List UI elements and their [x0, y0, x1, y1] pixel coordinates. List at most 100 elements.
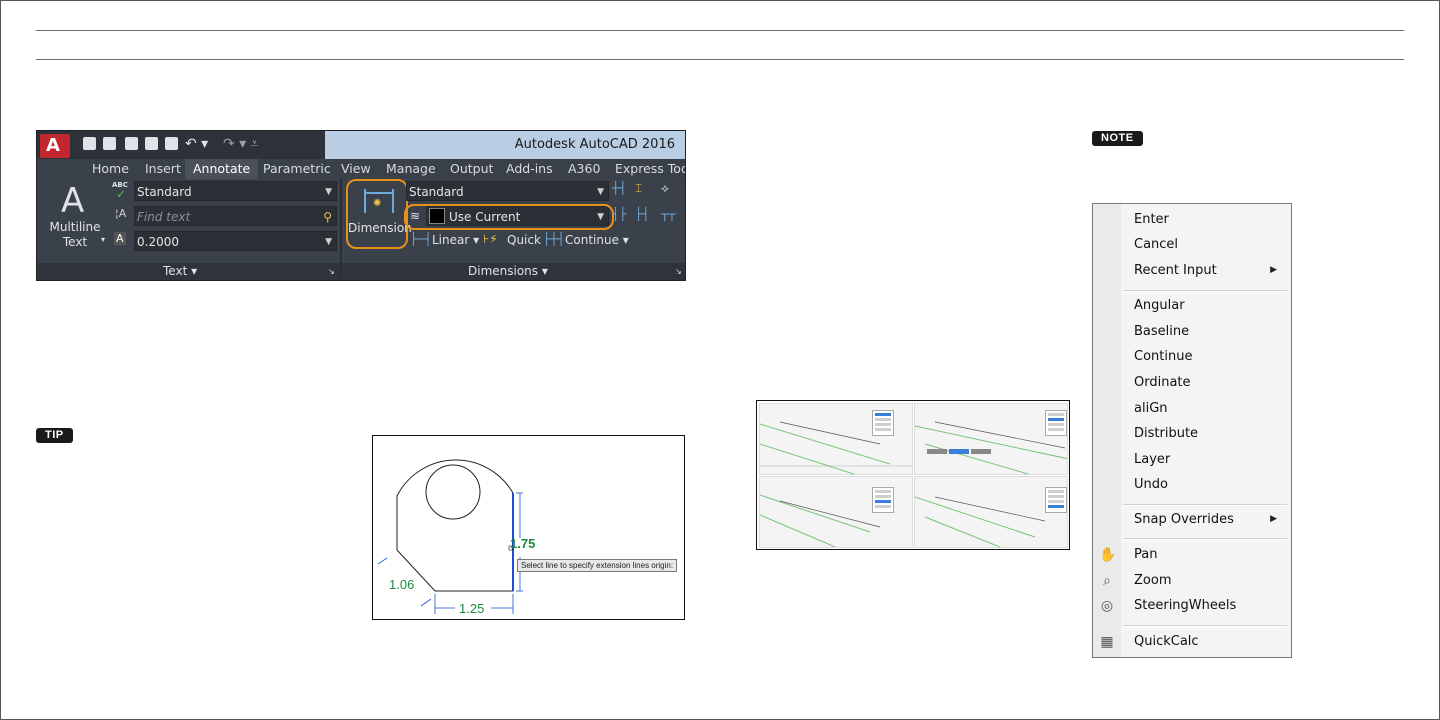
note-badge: NOTE [1092, 131, 1143, 146]
tab-parametric[interactable]: Parametric [263, 161, 331, 176]
chevron-down-icon: ▼ [325, 237, 332, 247]
dimension-style-value: Standard [409, 185, 464, 199]
panel-launcher-icon[interactable]: ↘ [675, 267, 682, 276]
find-text-input[interactable]: Find text ⚲ [134, 206, 337, 226]
menu-separator [1123, 538, 1287, 540]
text-style-icon[interactable]: ¦A [115, 207, 126, 220]
dimension-icon [364, 189, 394, 213]
continue-button[interactable]: Continue ▾ [565, 233, 629, 247]
app-title: Autodesk AutoCAD 2016 [514, 137, 675, 152]
tab-add-ins[interactable]: Add-ins [506, 161, 553, 176]
menu-separator [1123, 504, 1287, 506]
dimension-options-screenshots [756, 400, 1070, 550]
dim-tool-5-icon[interactable]: ├┤ [635, 207, 649, 221]
menu-item-angular[interactable]: Angular [1134, 298, 1185, 313]
linear-dimension-icon[interactable]: ├─┤ [410, 232, 432, 246]
dimensions-panel-footer[interactable]: Dimensions ▾ ↘ [342, 263, 685, 280]
text-height-value: 0.2000 [137, 235, 179, 249]
mini-context-menu [1045, 410, 1067, 436]
application-menu-button[interactable]: A [40, 134, 70, 158]
mini-input-tip [927, 449, 947, 454]
submenu-arrow-icon: ▶ [1270, 265, 1277, 275]
linear-button[interactable]: Linear ▾ [432, 233, 479, 247]
plot-icon[interactable] [165, 137, 178, 150]
text-height-icon[interactable]: A [114, 232, 126, 245]
menu-item-distribute[interactable]: Distribute [1134, 426, 1198, 441]
tab-express-tools[interactable]: Express Tool [615, 161, 685, 176]
continue-dimension-icon[interactable]: ├┼┤ [543, 232, 565, 246]
new-file-icon[interactable] [83, 137, 96, 150]
quick-button[interactable]: Quick [507, 233, 541, 247]
save-icon[interactable] [125, 137, 138, 150]
tab-insert[interactable]: Insert [145, 161, 181, 176]
layer-dropdown-highlight [404, 204, 614, 230]
dimension-button[interactable]: Dimension [346, 179, 412, 249]
zoom-icon: ⌕ [1103, 573, 1111, 589]
menu-item-ordinate[interactable]: Ordinate [1134, 375, 1191, 390]
autocad-ribbon: A ↶ ▾ ↷ ▾ ⩡ Autodesk AutoCAD 2016 Home I… [36, 130, 686, 281]
dim-tool-1-icon[interactable]: ┼┤ [612, 181, 626, 195]
tab-view[interactable]: View [341, 161, 371, 176]
redo-icon[interactable]: ↷ ▾ ⩡ [223, 136, 259, 152]
menu-item-cancel[interactable]: Cancel [1134, 237, 1178, 252]
find-binoculars-icon[interactable]: ⚲ [323, 207, 332, 227]
quick-dimension-icon[interactable]: ⊦⚡ [483, 232, 498, 246]
dimension-drawing-figure: 1.75 1.06 1.25 Select line to specify ex… [372, 435, 685, 620]
chevron-down-icon: ▼ [597, 187, 604, 197]
tab-annotate[interactable]: Annotate [185, 159, 259, 179]
panel-launcher-icon[interactable]: ↘ [328, 267, 335, 276]
pan-icon: ✋ [1099, 547, 1117, 563]
multiline-dropdown-arrow-icon[interactable]: ▾ [101, 235, 105, 244]
multiline-text-icon[interactable]: A [61, 181, 84, 221]
dimensions-panel-title: Dimensions ▾ [468, 264, 548, 278]
menu-item-steeringwheels[interactable]: SteeringWheels [1134, 598, 1236, 613]
screenshot-panel-3 [759, 476, 913, 548]
autocad-logo-icon: A [46, 135, 60, 156]
angled-dimension-label: 1.06 [389, 577, 415, 592]
menu-item-undo[interactable]: Undo [1134, 477, 1168, 492]
quick-label: Quick [507, 233, 541, 247]
steering-wheels-icon: ◎ [1100, 598, 1114, 614]
open-file-icon[interactable] [103, 137, 116, 150]
tab-manage[interactable]: Manage [386, 161, 436, 176]
menu-separator [1123, 290, 1287, 292]
horizontal-dimension-label: 1.25 [459, 601, 485, 616]
menu-item-align[interactable]: aliGn [1134, 401, 1168, 416]
submenu-arrow-icon: ▶ [1270, 514, 1277, 524]
undo-icon[interactable]: ↶ ▾ [185, 136, 208, 152]
dim-tool-2-icon[interactable]: ⌶ [635, 181, 642, 196]
menu-separator [1123, 625, 1287, 627]
mini-context-menu [1045, 487, 1067, 513]
menu-item-quickcalc[interactable]: QuickCalc [1134, 634, 1199, 649]
menu-item-pan[interactable]: Pan [1134, 547, 1157, 562]
text-style-dropdown[interactable]: Standard ▼ [134, 181, 337, 201]
menu-item-layer[interactable]: Layer [1134, 452, 1170, 467]
dim-tool-3-icon[interactable]: ⟡ [661, 181, 669, 196]
text-style-value: Standard [137, 185, 192, 199]
mini-context-menu [872, 487, 894, 513]
tab-output[interactable]: Output [450, 161, 493, 176]
dimension-style-dropdown[interactable]: Standard ▼ [406, 181, 609, 201]
mini-input-tip [949, 449, 969, 454]
multiline-text-label-2[interactable]: Text [47, 235, 103, 249]
continue-label: Continue [565, 233, 619, 247]
dim-tool-4-icon[interactable]: ┤├ [612, 207, 626, 221]
find-text-placeholder: Find text [137, 210, 191, 224]
tip-badge: TIP [36, 428, 73, 443]
text-height-dropdown[interactable]: 0.2000 ▼ [134, 231, 337, 251]
menu-item-recent-input[interactable]: Recent Input [1134, 263, 1217, 278]
save-as-icon[interactable] [145, 137, 158, 150]
dim-tool-6-icon[interactable]: ┬┬ [661, 207, 675, 221]
text-panel-footer[interactable]: Text ▾ ↘ [37, 263, 340, 280]
menu-item-continue[interactable]: Continue [1134, 349, 1192, 364]
menu-item-snap-overrides[interactable]: Snap Overrides [1134, 512, 1234, 527]
menu-item-baseline[interactable]: Baseline [1134, 324, 1189, 339]
screenshot-panel-4 [914, 476, 1068, 548]
mini-input-tip [971, 449, 991, 454]
menu-item-zoom[interactable]: Zoom [1134, 573, 1171, 588]
tab-a360[interactable]: A360 [568, 161, 600, 176]
menu-item-enter[interactable]: Enter [1134, 212, 1169, 227]
multiline-text-label-1[interactable]: Multiline [47, 220, 103, 234]
dimension-drawing [377, 459, 523, 614]
tab-home[interactable]: Home [92, 161, 129, 176]
